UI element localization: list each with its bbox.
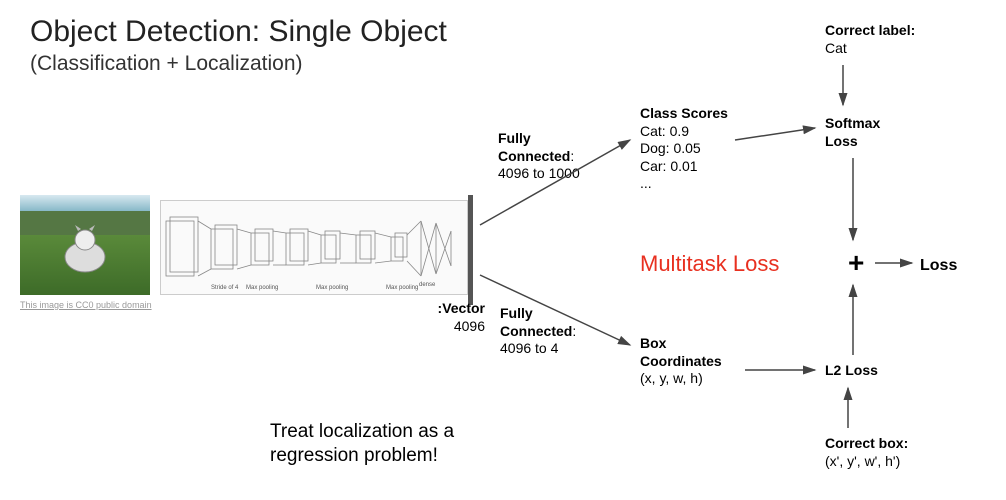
attribution-license-link[interactable]: CC0 public domain: [76, 300, 152, 310]
box-coords-value: (x, y, w, h): [640, 370, 703, 386]
correct-label-value: Cat: [825, 40, 847, 56]
class-scores-header: Class Scores: [640, 105, 728, 121]
correct-label-header: Correct label:: [825, 22, 915, 38]
slide-title: Object Detection: Single Object: [30, 15, 447, 49]
fc2-label-bold: Fully Connected: [500, 305, 572, 339]
slide-subtitle: (Classification + Localization): [30, 52, 303, 76]
box-header-2: Coordinates: [640, 353, 722, 369]
input-image-placeholder: [20, 195, 150, 295]
l2-loss-label: L2 Loss: [825, 362, 878, 380]
box-header-1: Box: [640, 335, 666, 351]
feature-vector-bar: [468, 195, 473, 305]
attribution-link[interactable]: This image: [20, 300, 64, 310]
note-line-1: Treat localization as a: [270, 421, 454, 442]
class-score-1: Cat: 0.9: [640, 123, 689, 139]
cnn-architecture-diagram: Stride of 4 Max pooling Max pooling Max …: [160, 200, 468, 295]
image-attribution[interactable]: This image is CC0 public domain: [20, 300, 152, 310]
softmax-1: Softmax: [825, 115, 880, 131]
correct-box-value: (x', y', w', h'): [825, 453, 900, 469]
svg-text:Max pooling: Max pooling: [246, 285, 278, 291]
attribution-sep: is: [64, 300, 76, 310]
loss-label: Loss: [920, 256, 957, 276]
correct-box-header: Correct box:: [825, 435, 908, 451]
vector-label: Vector:: [438, 300, 485, 316]
class-score-3: Car: 0.01: [640, 158, 698, 174]
softmax-2: Loss: [825, 133, 858, 149]
note-line-2: regression problem!: [270, 445, 438, 466]
plus-symbol: +: [848, 247, 864, 279]
multitask-loss-label: Multitask Loss: [640, 250, 779, 278]
svg-text:dense: dense: [419, 282, 436, 288]
class-score-2: Dog: 0.05: [640, 140, 701, 156]
class-score-more: ...: [640, 175, 652, 191]
svg-text:Max pooling: Max pooling: [386, 285, 418, 291]
svg-text:Stride of 4: Stride of 4: [211, 285, 239, 291]
fc1-label-bold: Fully Connected: [498, 130, 570, 164]
vector-dim: 4096: [454, 318, 485, 334]
svg-text:Max pooling: Max pooling: [316, 285, 348, 291]
